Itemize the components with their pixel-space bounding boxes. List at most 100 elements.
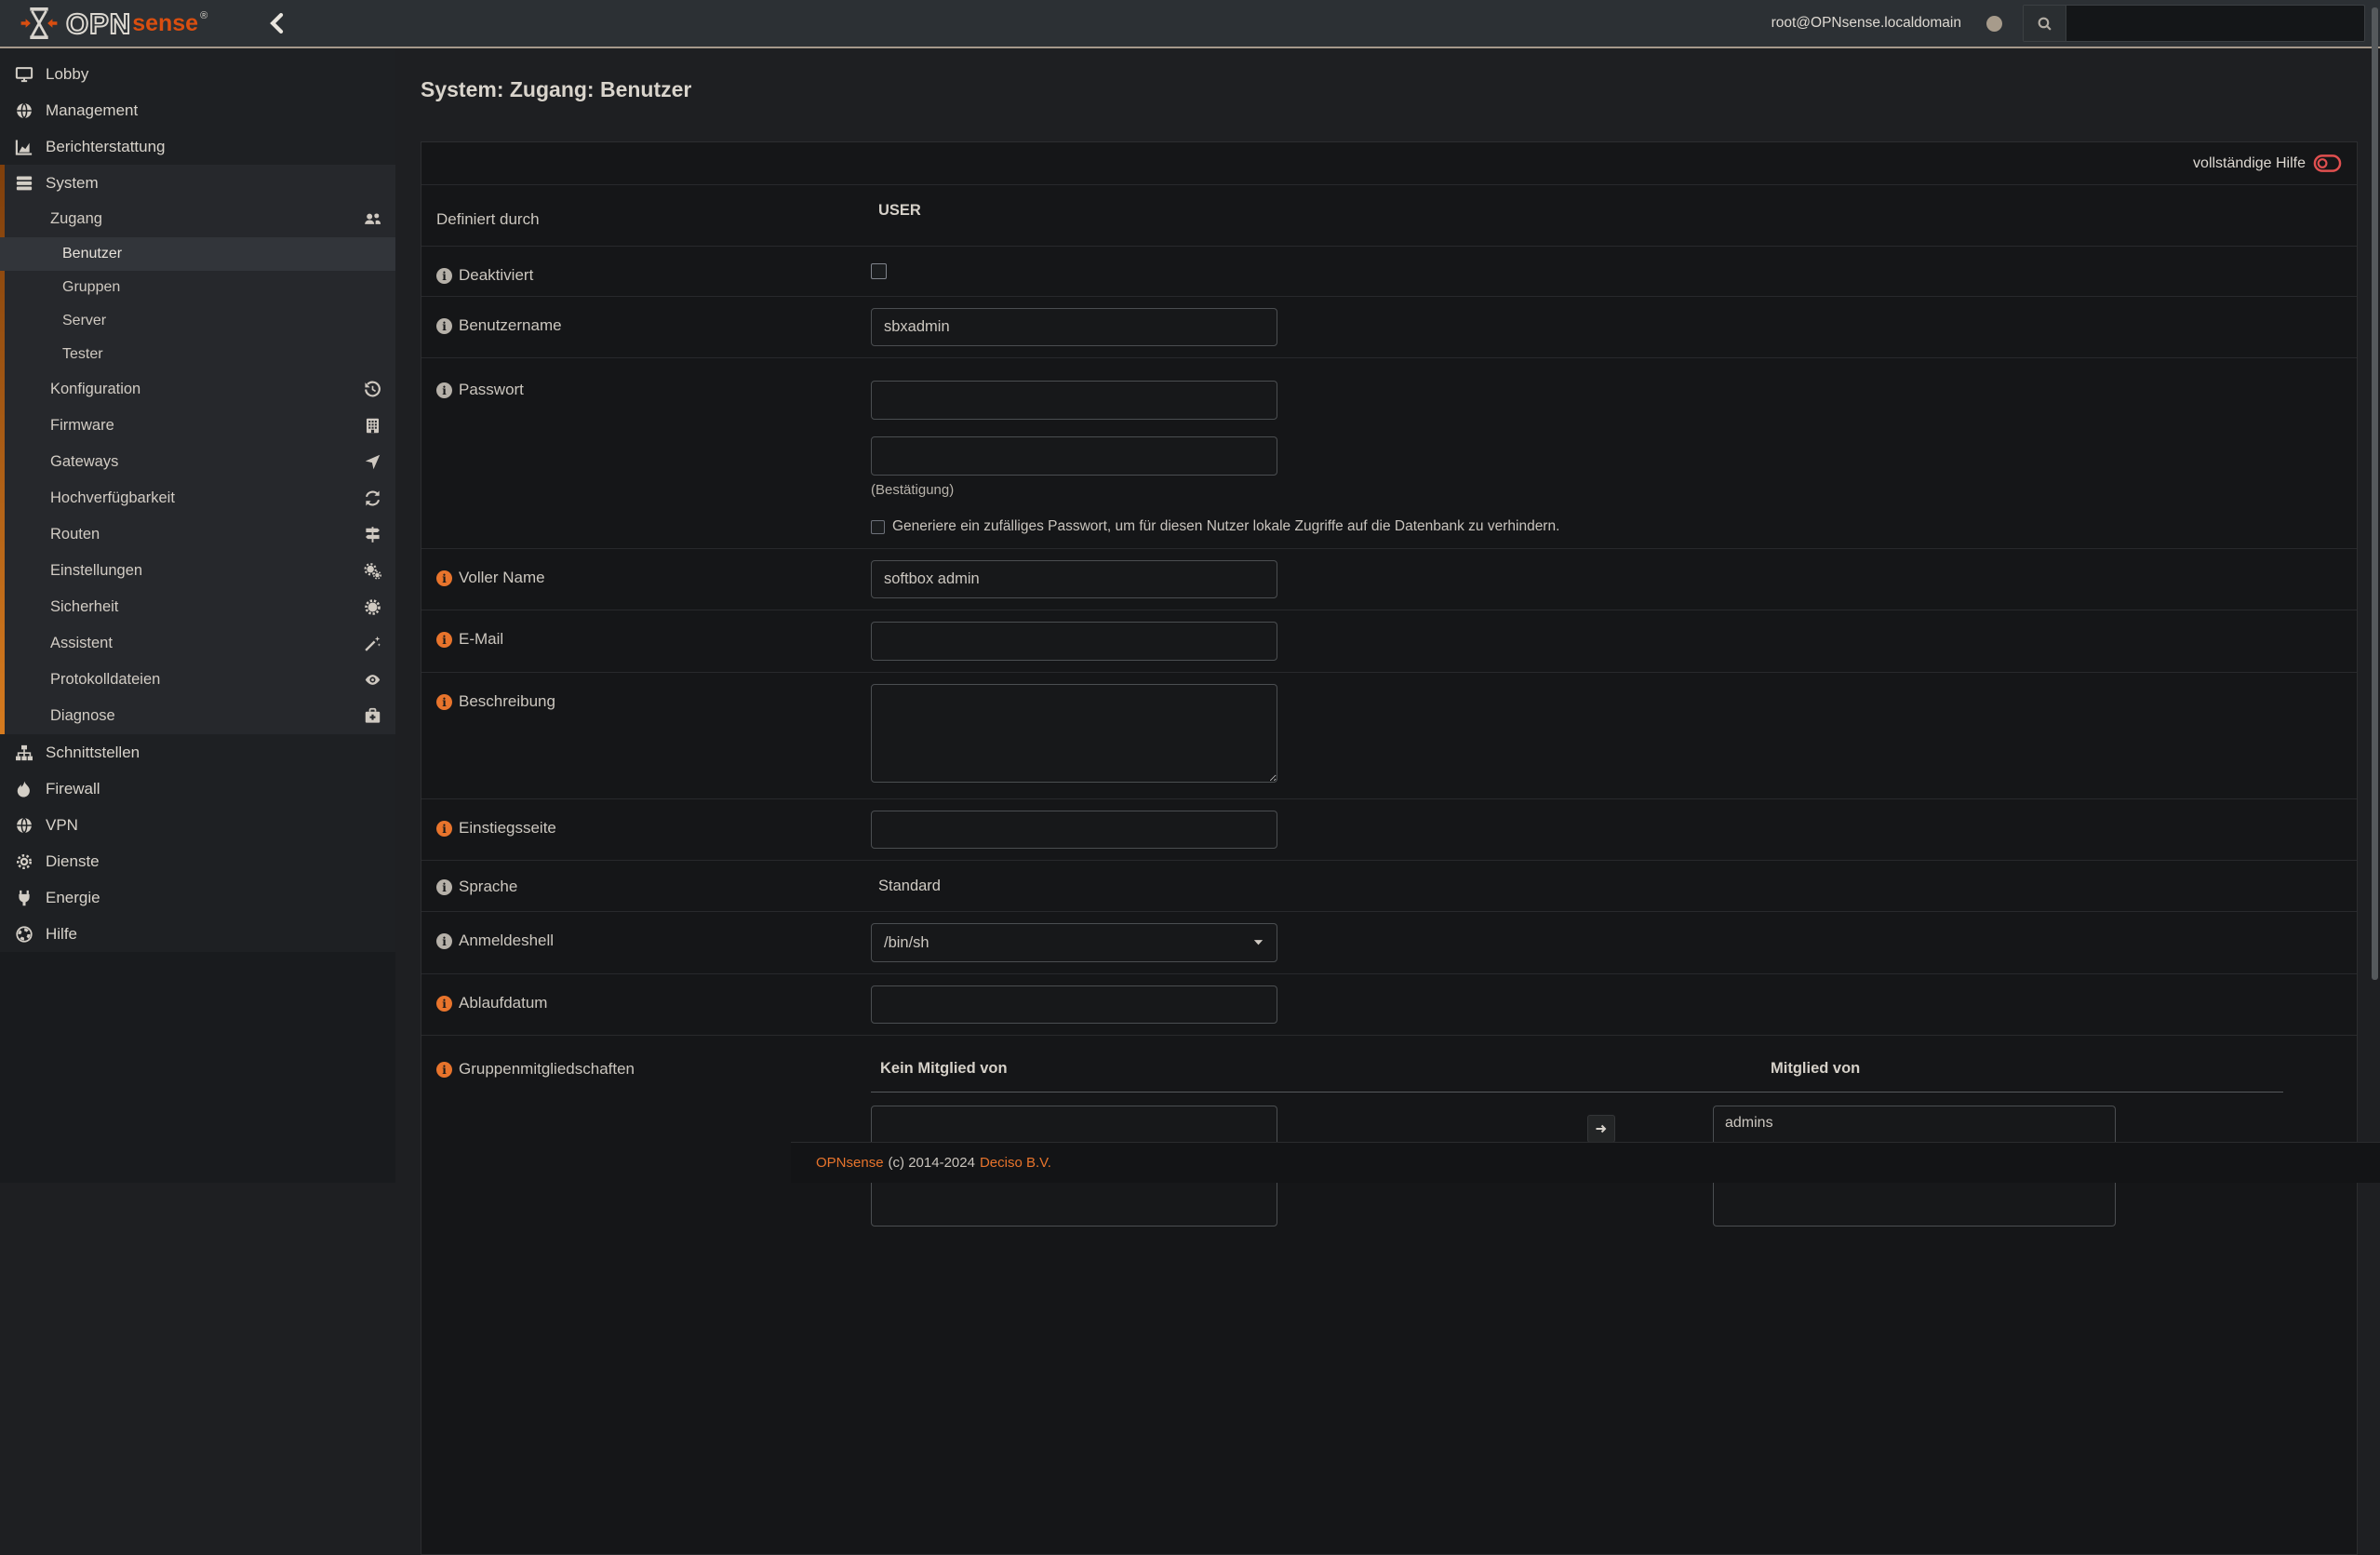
sidebar-item-firmware[interactable]: Firmware — [0, 408, 395, 444]
users-icon — [364, 210, 381, 228]
footer-opnsense-link[interactable]: OPNsense — [816, 1155, 884, 1171]
sidebar-item-routen[interactable]: Routen — [0, 516, 395, 553]
language-value: Standard — [871, 876, 941, 895]
row-comment: i Beschreibung — [421, 673, 2357, 799]
list-item[interactable]: admins — [1714, 1110, 2115, 1136]
info-icon[interactable]: i — [436, 694, 452, 710]
sidebar-item-tester[interactable]: Tester — [0, 338, 395, 371]
expires-input[interactable] — [871, 985, 1277, 1024]
info-icon[interactable]: i — [436, 933, 452, 949]
search-box — [2023, 5, 2365, 42]
password-input[interactable] — [871, 381, 1277, 420]
info-icon[interactable]: i — [436, 268, 452, 284]
sidebar-item-zugang[interactable]: Zugang — [0, 201, 395, 237]
scrollbar-thumb[interactable] — [2372, 7, 2378, 980]
firmware-icon — [364, 417, 381, 435]
sitemap-icon — [15, 744, 33, 762]
footer: OPNsense (c) 2014-2024 Deciso B.V. — [791, 1142, 2380, 1183]
sidebar-item-gateways[interactable]: Gateways — [0, 444, 395, 480]
sidebar-item-server[interactable]: Server — [0, 304, 395, 338]
certificate-icon — [364, 598, 381, 616]
info-icon[interactable]: i — [436, 382, 452, 398]
row-language: i Sprache Standard — [421, 861, 2357, 912]
row-username: i Benutzername — [421, 297, 2357, 358]
search-icon — [2024, 6, 2066, 41]
main-content: System: Zugang: Benutzer vollständige Hi… — [395, 48, 2380, 1183]
row-group-memberships: i Gruppenmitgliedschaften Kein Mitglied … — [421, 1036, 2357, 1238]
sidebar-item-diagnose[interactable]: Diagnose — [0, 698, 395, 734]
row-expires: i Ablaufdatum — [421, 974, 2357, 1036]
info-icon[interactable]: i — [436, 996, 452, 1012]
info-icon[interactable]: i — [436, 1062, 452, 1078]
registered-mark: ® — [200, 10, 207, 21]
sidebar-item-management[interactable]: Management — [0, 92, 395, 128]
sidebar-item-firewall[interactable]: Firewall — [0, 771, 395, 807]
email-input[interactable] — [871, 622, 1277, 661]
shell-select[interactable]: /bin/sh — [871, 923, 1277, 962]
status-indicator[interactable] — [1986, 16, 2002, 32]
sidebar-item-system[interactable]: System — [0, 165, 395, 201]
add-to-group-button[interactable] — [1587, 1115, 1615, 1143]
full-help-label: vollständige Hilfe — [2193, 155, 2306, 172]
info-icon[interactable]: i — [436, 318, 452, 334]
sidebar-item-sicherheit[interactable]: Sicherheit — [0, 589, 395, 625]
row-shell: i Anmeldeshell /bin/sh — [421, 912, 2357, 974]
full-help-toggle-icon[interactable] — [2313, 154, 2342, 172]
logged-in-user: root@OPNsense.localdomain — [1772, 15, 1961, 32]
panel-header: vollständige Hilfe — [421, 142, 2357, 185]
info-icon[interactable]: i — [436, 570, 452, 586]
sidebar-item-konfiguration[interactable]: Konfiguration — [0, 371, 395, 408]
search-input[interactable] — [2066, 6, 2364, 41]
group-header-divider — [871, 1092, 2283, 1093]
magic-wand-icon — [364, 635, 381, 652]
sidebar-item-schnittstellen[interactable]: Schnittstellen — [0, 734, 395, 771]
logo-text-opn: OPN — [66, 9, 131, 38]
history-icon — [364, 381, 381, 398]
comment-textarea[interactable] — [871, 684, 1277, 783]
row-defined-by: Definiert durch USER — [421, 185, 2357, 247]
arrow-right-icon — [1594, 1121, 1609, 1136]
medkit-icon — [364, 707, 381, 725]
fullname-input[interactable] — [871, 560, 1277, 598]
sidebar-item-dienste[interactable]: Dienste — [0, 843, 395, 879]
password-confirm-input[interactable] — [871, 436, 1277, 476]
sidebar-item-berichterstattung[interactable]: Berichterstattung — [0, 128, 395, 165]
sidebar-item-gruppen[interactable]: Gruppen — [0, 271, 395, 304]
chart-area-icon — [15, 138, 33, 156]
row-landing-page: i Einstiegsseite — [421, 799, 2357, 861]
landing-page-input[interactable] — [871, 811, 1277, 849]
generate-password-checkbox[interactable] — [871, 520, 885, 534]
location-arrow-icon — [364, 453, 381, 471]
not-member-of-header: Kein Mitglied von — [880, 1060, 1008, 1078]
gear-icon — [15, 852, 33, 871]
row-email: i E-Mail — [421, 610, 2357, 673]
sidebar-item-hochverfuegbarkeit[interactable]: Hochverfügbarkeit — [0, 480, 395, 516]
sidebar-item-einstellungen[interactable]: Einstellungen — [0, 553, 395, 589]
footer-deciso-link[interactable]: Deciso B.V. — [980, 1155, 1051, 1171]
info-icon[interactable]: i — [436, 632, 452, 648]
sidebar-item-protokolldateien[interactable]: Protokolldateien — [0, 662, 395, 698]
username-input[interactable] — [871, 308, 1277, 346]
row-disabled: i Deaktiviert — [421, 247, 2357, 297]
disabled-checkbox[interactable] — [871, 263, 887, 279]
sidebar: Lobby Management Berichterstattung Syste… — [0, 48, 395, 1183]
topbar-right: root@OPNsense.localdomain — [1772, 5, 2365, 42]
info-icon[interactable]: i — [436, 879, 452, 895]
sidebar-item-assistent[interactable]: Assistent — [0, 625, 395, 662]
password-confirm-caption: (Bestätigung) — [871, 482, 2357, 498]
globe-icon — [15, 816, 33, 835]
eye-icon — [364, 671, 381, 689]
sidebar-menu: Lobby Management Berichterstattung Syste… — [0, 48, 395, 952]
opnsense-logo[interactable]: OPN sense ® — [20, 7, 207, 40]
info-icon[interactable]: i — [436, 821, 452, 837]
sidebar-item-hilfe[interactable]: Hilfe — [0, 916, 395, 952]
sidebar-collapse-button[interactable] — [265, 11, 289, 35]
sidebar-item-vpn[interactable]: VPN — [0, 807, 395, 843]
desktop-icon — [15, 65, 33, 84]
sidebar-item-lobby[interactable]: Lobby — [0, 56, 395, 92]
globe-icon — [15, 101, 33, 120]
sidebar-item-benutzer[interactable]: Benutzer — [0, 237, 395, 271]
sidebar-item-energie[interactable]: Energie — [0, 879, 395, 916]
life-ring-icon — [15, 925, 33, 944]
top-navbar: OPN sense ® root@OPNsense.localdomain — [0, 0, 2380, 48]
